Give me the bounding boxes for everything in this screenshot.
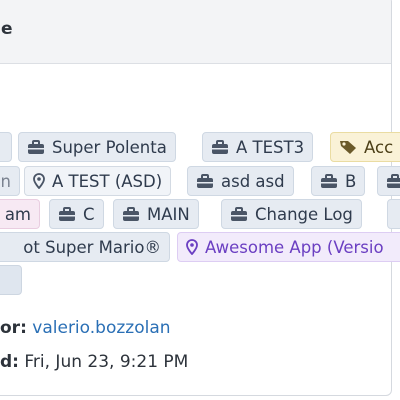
briefcase-icon xyxy=(196,173,214,189)
tag-cut-n[interactable]: n xyxy=(0,166,20,196)
tag-label: MAIN xyxy=(147,204,190,224)
tag-label: A TEST (ASD) xyxy=(52,171,163,191)
briefcase-icon xyxy=(320,173,338,189)
tag-a-test3[interactable]: A TEST3 xyxy=(202,132,314,162)
tag-label: Awesome App (Versio xyxy=(205,237,384,257)
tag-main[interactable]: MAIN xyxy=(113,199,199,229)
briefcase-icon xyxy=(230,206,248,222)
tag-label: n xyxy=(0,171,11,191)
tag-awesome-app[interactable]: Awesome App (Versio xyxy=(177,232,400,262)
tag-cut-right-row3[interactable] xyxy=(387,199,400,229)
tag-cut-left-row1[interactable] xyxy=(0,132,12,162)
briefcase-icon xyxy=(386,173,400,189)
tag-cut-row5[interactable] xyxy=(0,265,22,295)
tag-label: B xyxy=(345,171,357,191)
briefcase-icon xyxy=(122,206,140,222)
creator-line: or: valerio.bozzolan xyxy=(0,318,171,338)
tag-label: am xyxy=(4,204,31,224)
map-pin-icon xyxy=(186,239,198,255)
tag-change-log[interactable]: Change Log xyxy=(221,199,362,229)
briefcase-icon xyxy=(211,139,229,155)
tag-label: C xyxy=(83,204,95,224)
tag-cut-right-row2[interactable] xyxy=(377,166,400,196)
tag-label: Super Polenta xyxy=(52,137,167,157)
tag-asd-asd[interactable]: asd asd xyxy=(187,166,294,196)
panel-header: e xyxy=(0,0,391,64)
tag-label: A TEST3 xyxy=(236,137,305,157)
creator-label: or: xyxy=(0,318,27,338)
creator-link[interactable]: valerio.bozzolan xyxy=(32,318,170,338)
tag-cut-am[interactable]: am xyxy=(0,199,40,229)
tag-acc[interactable]: Acc xyxy=(330,132,400,162)
briefcase-icon xyxy=(58,206,76,222)
tag-c[interactable]: C xyxy=(49,199,104,229)
created-line: d: Fri, Jun 23, 9:21 PM xyxy=(0,352,188,372)
tag-label: Acc xyxy=(364,137,394,157)
created-label: d: xyxy=(0,352,19,372)
tag-icon xyxy=(339,139,357,155)
created-value: Fri, Jun 23, 9:21 PM xyxy=(24,352,189,372)
panel-title: e xyxy=(1,19,13,39)
tag-a-test-asd[interactable]: A TEST (ASD) xyxy=(24,166,172,196)
tag-b[interactable]: B xyxy=(311,166,366,196)
tag-label: ot Super Mario® xyxy=(23,237,161,257)
tag-label: asd asd xyxy=(221,171,285,191)
tag-super-mario[interactable]: ot Super Mario® xyxy=(0,232,170,262)
tag-super-polenta[interactable]: Super Polenta xyxy=(18,132,176,162)
map-pin-icon xyxy=(33,173,45,189)
tag-label: Change Log xyxy=(255,204,353,224)
briefcase-icon xyxy=(27,139,45,155)
